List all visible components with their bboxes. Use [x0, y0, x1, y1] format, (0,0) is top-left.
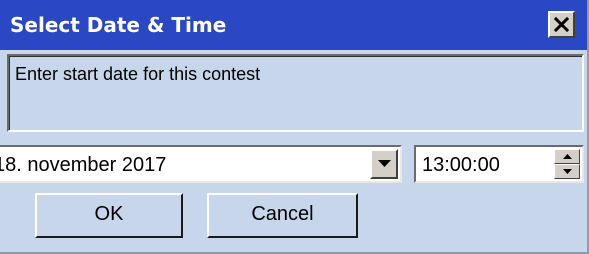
date-value: 18. november 2017 [0, 154, 167, 176]
arrow-down-icon [563, 169, 572, 174]
cancel-button[interactable]: Cancel [207, 193, 358, 238]
message-area: Enter start date for this contest [7, 54, 584, 132]
close-icon [554, 17, 569, 32]
date-time-dialog: Select Date & Time Enter start date for … [0, 0, 589, 254]
close-button[interactable] [548, 11, 575, 38]
time-value: 13:00:00 [422, 154, 500, 176]
title-bar: Select Date & Time [0, 0, 587, 50]
time-spinner-up-button[interactable] [554, 149, 580, 164]
time-spinner [554, 149, 580, 179]
arrow-up-icon [563, 154, 572, 159]
ok-button[interactable]: OK [35, 193, 183, 238]
dialog-title: Select Date & Time [10, 13, 227, 37]
time-spinner-down-button[interactable] [554, 164, 580, 179]
message-text: Enter start date for this contest [15, 64, 261, 84]
date-dropdown[interactable]: 18. november 2017 [0, 145, 402, 183]
time-input[interactable]: 13:00:00 [414, 145, 584, 183]
chevron-down-icon [378, 160, 391, 167]
date-dropdown-button[interactable] [370, 149, 398, 179]
